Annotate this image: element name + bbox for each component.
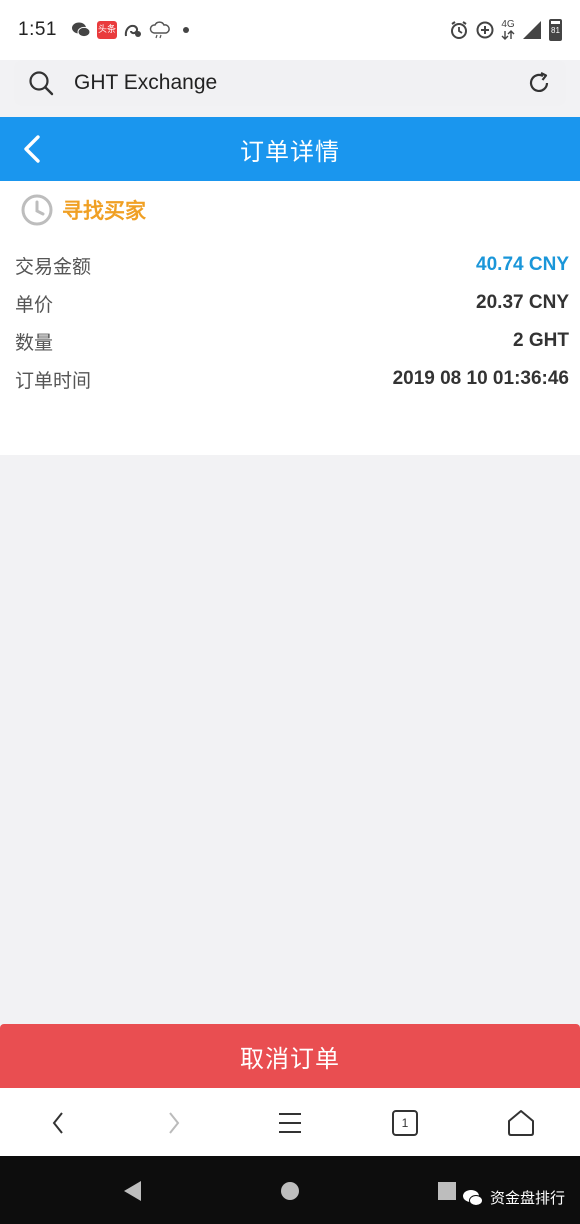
unit-price-label: 单价 xyxy=(15,293,54,316)
triangle-back-icon xyxy=(124,1181,141,1201)
weather-cloud-icon xyxy=(149,21,171,39)
network-4g-icon: 4G xyxy=(501,20,515,40)
browser-forward-button[interactable] xyxy=(156,1105,192,1141)
amount-label: 交易金额 xyxy=(15,255,92,278)
battery-percent: 81 xyxy=(551,25,560,35)
nav-home-button[interactable] xyxy=(275,1176,305,1206)
app-header: 订单详情 xyxy=(0,117,580,181)
detail-row-order-time: 订单时间 2019 08 10 01:36:46 xyxy=(15,365,569,393)
order-time-value: 2019 08 10 01:36:46 xyxy=(392,368,569,389)
detail-row-quantity: 数量 2 GHT xyxy=(15,327,569,355)
data-saver-icon xyxy=(475,20,495,40)
order-status: 寻找买家 xyxy=(20,193,146,227)
signal-icon xyxy=(521,20,543,40)
watermark-text: 资金盘排行 xyxy=(490,1189,566,1207)
more-notifications-dot xyxy=(182,27,189,33)
nav-back-button[interactable] xyxy=(117,1176,147,1206)
nav-recents-button[interactable] xyxy=(432,1176,462,1206)
toutiao-icon: 头条 xyxy=(96,21,117,39)
clock-icon xyxy=(21,194,53,226)
back-button[interactable] xyxy=(14,131,50,167)
chevron-left-icon xyxy=(52,1112,63,1134)
detail-row-unit-price: 单价 20.37 CNY xyxy=(15,289,569,317)
home-icon xyxy=(508,1110,534,1136)
status-time: 1:51 xyxy=(18,19,57,40)
order-time-label: 订单时间 xyxy=(15,369,92,392)
address-text[interactable]: GHT Exchange xyxy=(74,71,217,95)
order-detail-card: 寻找买家 交易金额 40.74 CNY 单价 20.37 CNY 数量 2 GH… xyxy=(0,181,580,455)
square-recents-icon xyxy=(438,1182,456,1200)
wechat-icon xyxy=(71,21,91,39)
browser-home-button[interactable] xyxy=(503,1105,539,1141)
browser-toolbar: 1 xyxy=(0,1088,580,1156)
quantity-label: 数量 xyxy=(15,331,54,354)
browser-tabs-button[interactable]: 1 xyxy=(387,1105,423,1141)
tab-count: 1 xyxy=(401,1116,409,1130)
order-status-label: 寻找买家 xyxy=(62,199,146,223)
detail-row-amount: 交易金额 40.74 CNY xyxy=(15,251,569,279)
menu-icon xyxy=(279,1113,301,1133)
chevron-right-icon xyxy=(169,1112,180,1134)
notification-icons: 头条 xyxy=(71,21,189,39)
battery-icon: 81 xyxy=(549,19,562,41)
search-icon xyxy=(28,70,54,96)
address-bar[interactable]: GHT Exchange xyxy=(14,60,566,106)
cancel-order-button[interactable]: 取消订单 xyxy=(0,1024,580,1088)
chevron-left-icon xyxy=(24,135,40,163)
page-title: 订单详情 xyxy=(240,137,340,166)
browser-menu-button[interactable] xyxy=(272,1105,308,1141)
uc-browser-icon xyxy=(123,21,143,39)
system-icons: 4G 81 xyxy=(449,19,562,41)
network-type-label: 4G xyxy=(501,19,515,30)
unit-price-value: 20.37 CNY xyxy=(476,292,569,313)
circle-home-icon xyxy=(281,1182,299,1200)
wechat-icon xyxy=(463,1189,483,1206)
alarm-icon xyxy=(449,20,469,40)
reload-icon[interactable] xyxy=(526,70,552,96)
quantity-value: 2 GHT xyxy=(513,330,569,351)
browser-back-button[interactable] xyxy=(40,1105,76,1141)
amount-value: 40.74 CNY xyxy=(476,254,569,275)
status-bar: 1:51 头条 4G 81 xyxy=(0,0,580,60)
watermark: 资金盘排行 xyxy=(462,1187,565,1208)
